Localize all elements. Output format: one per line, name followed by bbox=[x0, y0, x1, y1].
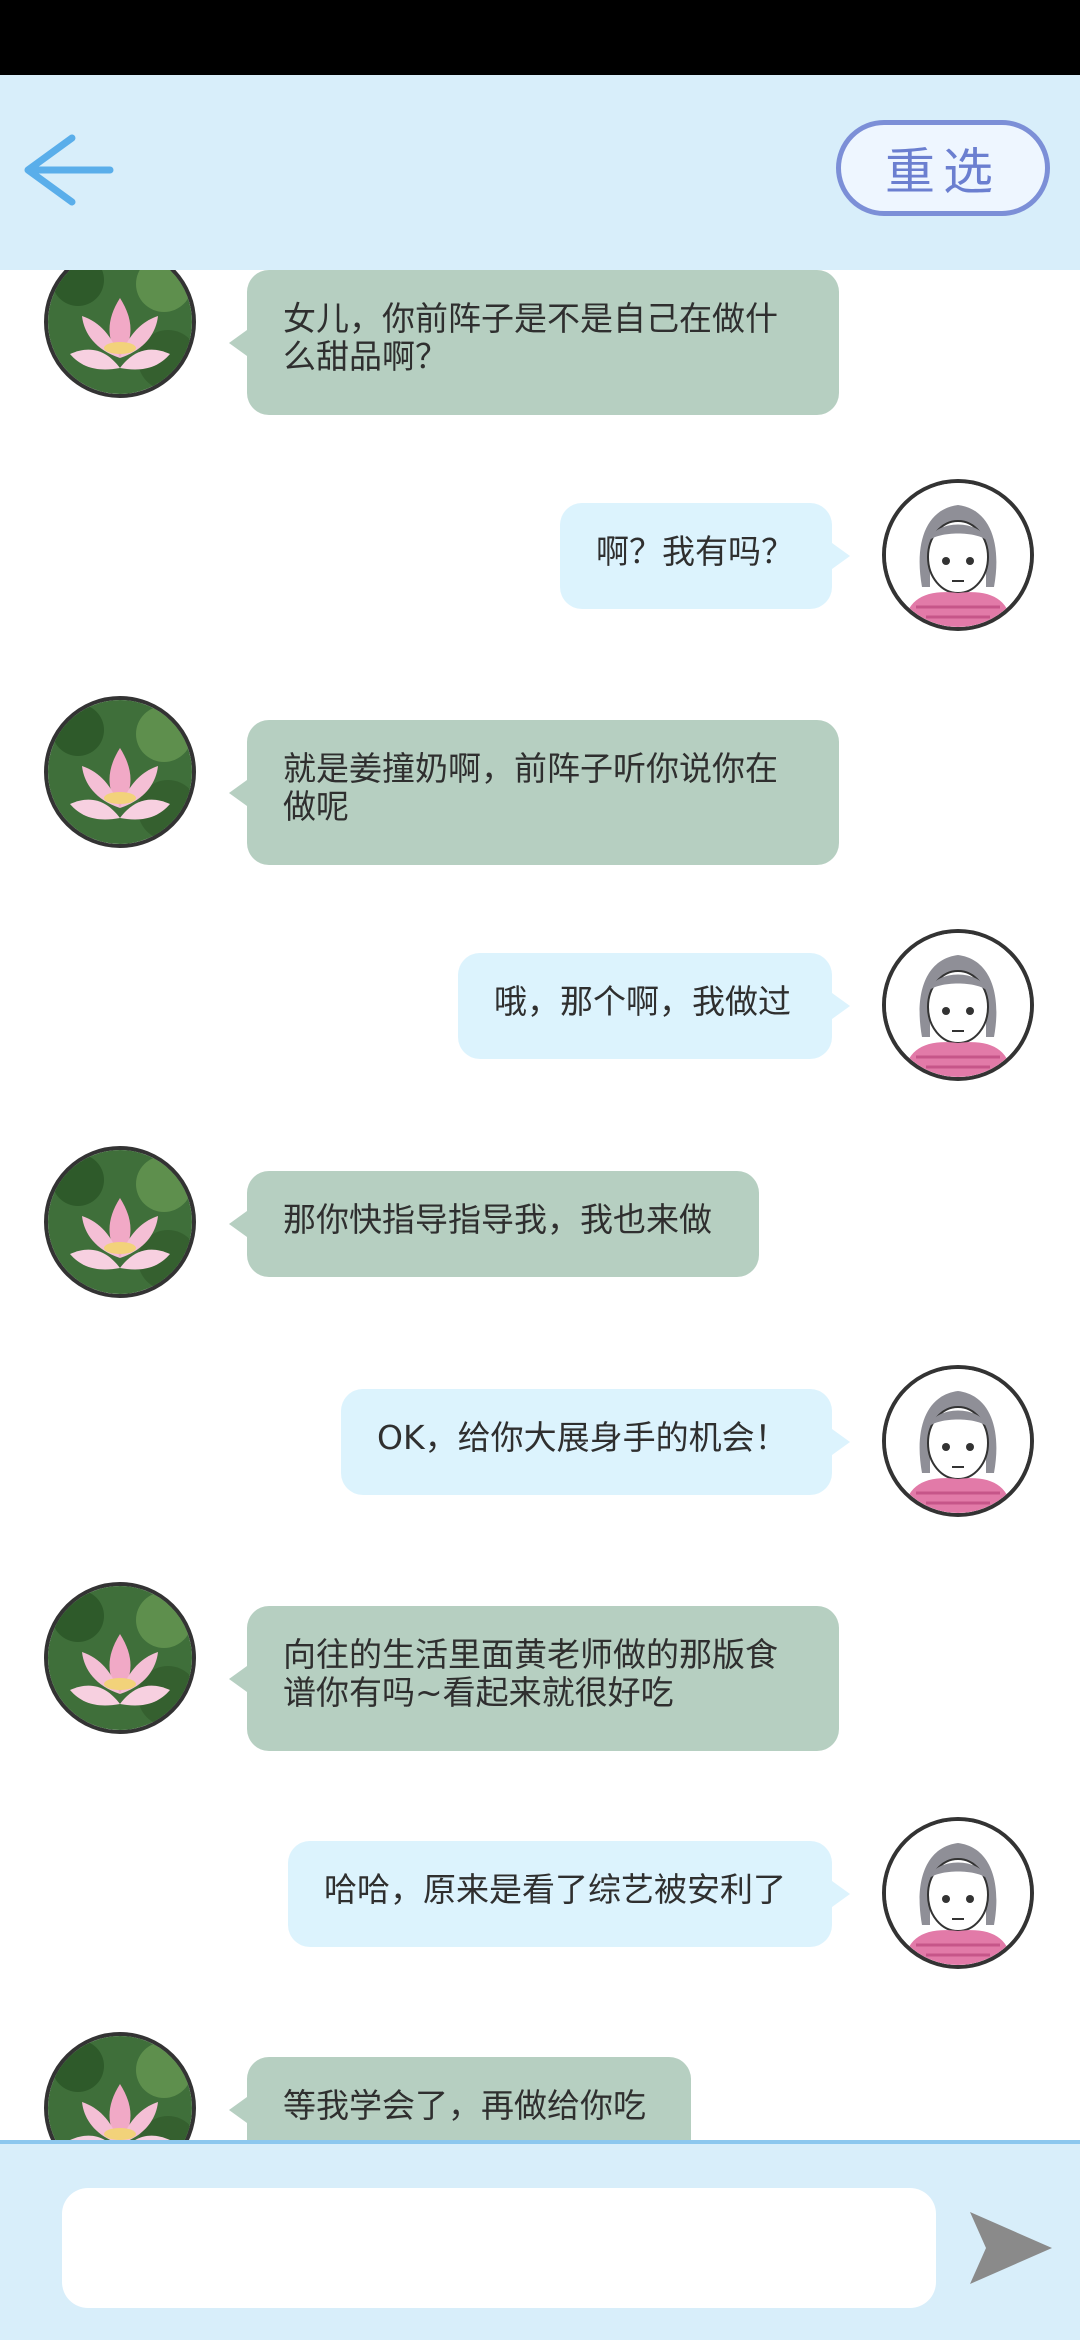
message-text: 啊？我有吗？ bbox=[596, 532, 794, 571]
lotus-avatar[interactable] bbox=[44, 1582, 196, 1734]
message-text: 就是姜撞奶啊，前阵子听你说你在 做呢 bbox=[283, 749, 778, 826]
send-arrow-icon bbox=[970, 2212, 1052, 2284]
arrow-left-icon bbox=[24, 134, 114, 206]
status-bar bbox=[0, 0, 1080, 75]
message-bubble: 就是姜撞奶啊，前阵子听你说你在 做呢 bbox=[229, 720, 839, 865]
girl-avatar[interactable] bbox=[882, 1365, 1034, 1517]
lotus-avatar[interactable] bbox=[44, 270, 196, 398]
message-bubble: 哦，那个啊，我做过 bbox=[458, 953, 850, 1059]
message-text: 哈哈，原来是看了综艺被安利了 bbox=[324, 1870, 786, 1909]
message-text: 哦，那个啊，我做过 bbox=[494, 982, 791, 1021]
girl-avatar[interactable] bbox=[882, 479, 1034, 631]
girl-avatar[interactable] bbox=[882, 1817, 1034, 1969]
message-text: 向往的生活里面黄老师做的那版食 谱你有吗~看起来就很好吃 bbox=[283, 1635, 778, 1712]
lotus-avatar[interactable] bbox=[44, 2032, 196, 2140]
message-bubble: OK，给你大展身手的机会！ bbox=[341, 1389, 850, 1495]
reselect-button[interactable]: 重选 bbox=[836, 120, 1050, 216]
message-text: 那你快指导指导我，我也来做 bbox=[283, 1200, 712, 1239]
back-button[interactable] bbox=[18, 118, 118, 218]
composer-bar bbox=[0, 2140, 1080, 2340]
message-text: 女儿，你前阵子是不是自己在做什 么甜品啊？ bbox=[283, 299, 778, 376]
message-bubble: 啊？我有吗？ bbox=[560, 503, 850, 609]
message-text: OK，给你大展身手的机会！ bbox=[377, 1418, 788, 1457]
send-button[interactable] bbox=[958, 2196, 1062, 2300]
message-bubble: 女儿，你前阵子是不是自己在做什 么甜品啊？ bbox=[229, 270, 839, 415]
message-input[interactable] bbox=[62, 2188, 936, 2308]
message-text: 等我学会了，再做给你吃 bbox=[283, 2086, 646, 2125]
girl-avatar[interactable] bbox=[882, 929, 1034, 1081]
message-bubble: 哈哈，原来是看了综艺被安利了 bbox=[288, 1841, 850, 1947]
lotus-avatar[interactable] bbox=[44, 696, 196, 848]
message-bubble: 向往的生活里面黄老师做的那版食 谱你有吗~看起来就很好吃 bbox=[229, 1606, 839, 1751]
chat-area[interactable]: 女儿，你前阵子是不是自己在做什 么甜品啊？ 啊？我有吗？ 就是姜撞奶啊，前阵子听… bbox=[0, 270, 1080, 2140]
message-bubble: 那你快指导指导我，我也来做 bbox=[229, 1171, 759, 1277]
message-bubble: 等我学会了，再做给你吃 bbox=[229, 2057, 691, 2140]
lotus-avatar[interactable] bbox=[44, 1146, 196, 1298]
